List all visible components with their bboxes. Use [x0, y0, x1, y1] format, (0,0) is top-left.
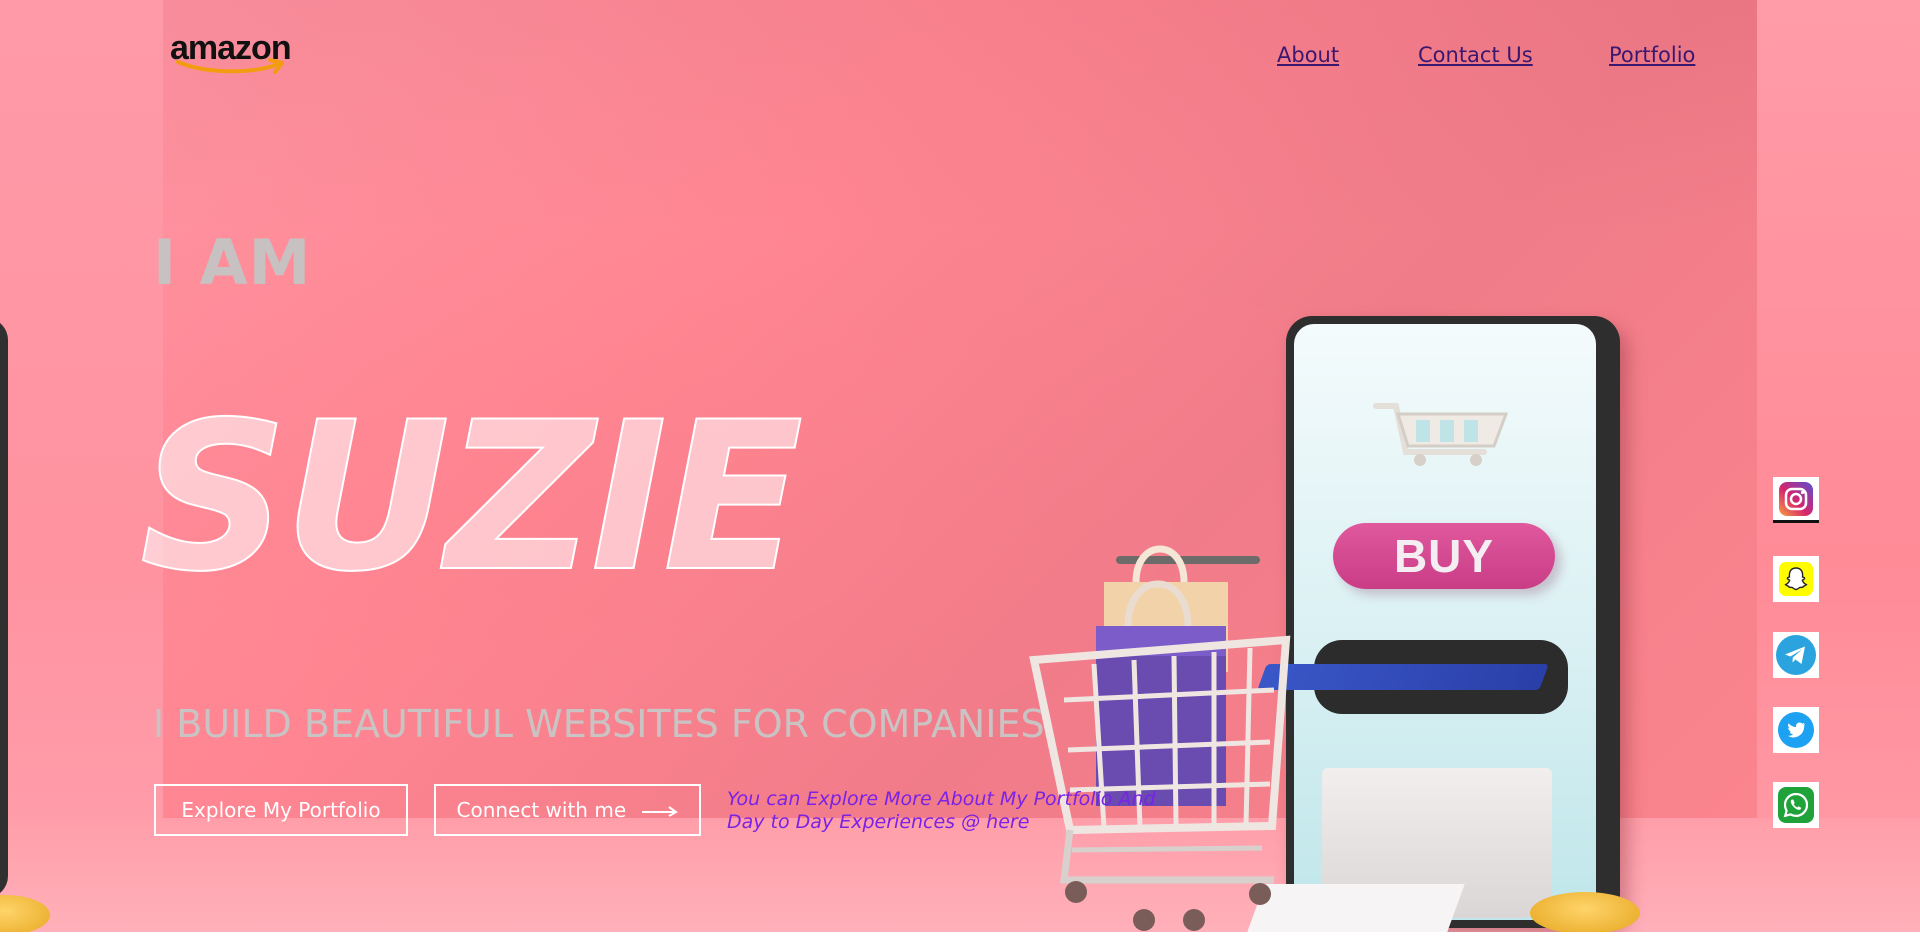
twitter-link[interactable]	[1773, 707, 1819, 753]
coin-illustration-right	[1530, 892, 1640, 932]
screen-cart-icon	[1373, 403, 1509, 466]
snapchat-link[interactable]	[1773, 556, 1819, 602]
whatsapp-icon	[1778, 787, 1814, 823]
main-nav: About Contact Us Portfolio	[0, 42, 1920, 72]
arrow-right-icon	[641, 805, 678, 817]
buy-illustration: BUY	[1333, 523, 1555, 589]
hero-tagline: I BUILD BEAUTIFUL WEBSITES FOR COMPANIES	[153, 702, 1045, 746]
connect-button-label: Connect with me	[456, 798, 627, 822]
portfolio-note: You can Explore More About My Portfolio …	[727, 788, 1156, 833]
instagram-icon	[1779, 481, 1813, 516]
instagram-link[interactable]	[1773, 477, 1819, 523]
page: BUY amazon About Contact Us Portfolio I …	[0, 0, 1920, 937]
telegram-link[interactable]	[1773, 632, 1819, 678]
background-left-wall	[0, 0, 163, 932]
explore-portfolio-button[interactable]: Explore My Portfolio	[154, 784, 408, 836]
hero-name: SUZIE	[139, 379, 804, 617]
nav-link-about[interactable]: About	[1277, 42, 1339, 68]
left-phone-illustration	[0, 318, 8, 898]
hero-intro: I AM	[153, 226, 312, 299]
telegram-icon	[1776, 635, 1816, 675]
nav-link-portfolio[interactable]: Portfolio	[1609, 42, 1695, 68]
shopping-cart-illustration	[1029, 545, 1291, 931]
twitter-icon	[1778, 712, 1814, 748]
credit-card-illustration	[1257, 664, 1549, 690]
connect-button[interactable]: Connect with me	[434, 784, 701, 836]
snapchat-icon	[1779, 562, 1813, 596]
whatsapp-link[interactable]	[1773, 782, 1819, 828]
nav-link-contact[interactable]: Contact Us	[1418, 42, 1533, 68]
